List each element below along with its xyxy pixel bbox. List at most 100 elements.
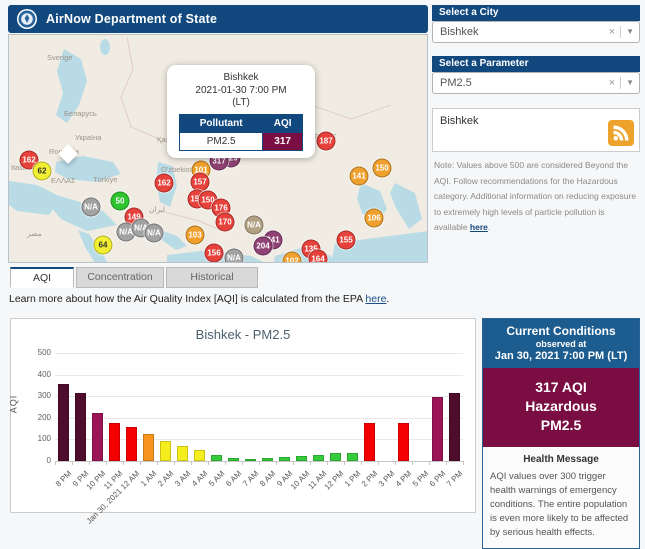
chart-bar[interactable] — [75, 393, 86, 461]
chart-bar[interactable] — [194, 450, 205, 461]
chart-bar[interactable] — [58, 384, 69, 461]
aqi-marker[interactable]: 50 — [110, 191, 130, 211]
chart-bar[interactable] — [143, 434, 154, 461]
x-axis-label: 4 PM — [393, 469, 413, 489]
popup-aqi-value: 317 — [262, 131, 303, 151]
tab-historical[interactable]: Historical — [166, 267, 258, 288]
rss-feed-icon[interactable] — [608, 120, 634, 146]
y-axis-tick-label: 0 — [46, 456, 51, 465]
aqi-marker[interactable]: 157 — [190, 172, 210, 192]
tab-concentration[interactable]: Concentration — [76, 267, 164, 288]
chart-bar[interactable] — [449, 393, 460, 461]
aqi-marker[interactable]: 62 — [32, 161, 52, 181]
parameter-select[interactable]: PM2.5 × ▼ — [432, 72, 640, 94]
chart-bar[interactable] — [126, 427, 137, 461]
x-axis-tick — [293, 461, 294, 465]
popup-col-pollutant: Pollutant — [178, 113, 264, 133]
note-here-link[interactable]: here — [470, 222, 488, 232]
x-axis-tick — [327, 461, 328, 465]
current-conditions-header: Current Conditions observed at Jan 30, 2… — [483, 319, 639, 368]
chart-title: Bishkek - PM2.5 — [195, 327, 291, 342]
aqi-marker[interactable]: 162 — [154, 173, 174, 193]
aqi-marker[interactable]: 170 — [215, 212, 235, 232]
chart-bar[interactable] — [398, 423, 409, 461]
map-place-label: ايران — [149, 205, 165, 214]
chart-bar[interactable] — [245, 459, 256, 461]
chart-bar[interactable] — [92, 413, 103, 461]
aqi-marker[interactable]: 155 — [336, 230, 356, 250]
map-place-label: Україна — [75, 133, 102, 142]
chart-tabs: AQI Concentration Historical — [10, 267, 260, 288]
chart-bar[interactable] — [364, 423, 375, 461]
tab-aqi[interactable]: AQI — [10, 267, 74, 288]
chart-bar[interactable] — [279, 457, 290, 461]
chart-bar[interactable] — [262, 458, 273, 461]
x-axis-label: 6 AM — [223, 469, 243, 489]
y-axis-tick-label: 500 — [37, 348, 51, 357]
x-axis-label: 8 PM — [53, 469, 73, 489]
chart-bar[interactable] — [296, 456, 307, 461]
x-axis-tick — [310, 461, 311, 465]
x-axis-tick — [208, 461, 209, 465]
x-axis-tick — [463, 461, 464, 465]
x-axis-label: 5 AM — [206, 469, 226, 489]
aqi-marker[interactable]: 150 — [372, 158, 392, 178]
x-axis-tick — [344, 461, 345, 465]
learn-more-text: Learn more about how the Air Quality Ind… — [9, 293, 366, 305]
x-axis-tick — [259, 461, 260, 465]
map-place-label: مصر — [27, 229, 42, 238]
city-select[interactable]: Bishkek × ▼ — [432, 21, 640, 43]
x-axis-tick — [446, 461, 447, 465]
aqi-marker[interactable]: 156 — [204, 243, 224, 262]
x-axis-label: 1 AM — [138, 469, 158, 489]
learn-more-here-link[interactable]: here — [365, 293, 386, 305]
chart-bar[interactable] — [109, 423, 120, 461]
y-axis-tick-label: 300 — [37, 391, 51, 401]
clear-parameter-icon[interactable]: × — [609, 73, 615, 93]
rss-city-label: Bishkek — [440, 115, 479, 127]
aqi-marker[interactable]: 164 — [308, 249, 328, 262]
gridline — [55, 353, 463, 354]
clear-city-icon[interactable]: × — [609, 22, 615, 42]
aqi-marker[interactable]: 106 — [364, 208, 384, 228]
x-axis-tick — [89, 461, 90, 465]
x-axis-tick — [55, 461, 56, 465]
select-divider — [620, 77, 622, 89]
x-axis-label: 4 AM — [189, 469, 209, 489]
chart-bar[interactable] — [432, 397, 443, 461]
aqi-marker[interactable]: 187 — [316, 131, 336, 151]
chart-bar[interactable] — [211, 455, 222, 461]
aqi-marker[interactable]: N/A — [244, 215, 264, 235]
aqi-marker[interactable]: 103 — [185, 225, 205, 245]
x-axis-tick — [174, 461, 175, 465]
x-axis-label: 6 PM — [427, 469, 447, 489]
x-axis-label: 7 PM — [444, 469, 464, 489]
x-axis-tick — [191, 461, 192, 465]
aqi-marker[interactable]: N/A — [144, 223, 164, 243]
chart-bar[interactable] — [330, 453, 341, 461]
chart-bar[interactable] — [313, 455, 324, 461]
chevron-down-icon[interactable]: ▼ — [626, 73, 634, 93]
chart-bar[interactable] — [347, 453, 358, 461]
aqi-marker[interactable]: N/A — [81, 197, 101, 217]
chart-bar[interactable] — [228, 458, 239, 461]
observed-at-label: observed at — [535, 339, 587, 349]
popup-timezone: (LT) — [232, 97, 250, 108]
x-axis-tick — [123, 461, 124, 465]
learn-more-line: Learn more about how the Air Quality Ind… — [9, 293, 389, 305]
chevron-down-icon[interactable]: ▼ — [626, 22, 634, 42]
popup-datetime: 2021-01-30 7:00 PM — [195, 84, 287, 96]
chart-bar[interactable] — [177, 446, 188, 461]
note-period: . — [487, 222, 491, 232]
aqi-marker[interactable]: 141 — [349, 166, 369, 186]
aqi-marker[interactable]: 102 — [282, 251, 302, 262]
aqi-map[interactable]: SverigeБеларусьУкраїнаRomâniaItaliaΕΛΛΑΣ… — [8, 34, 428, 263]
chart-bar[interactable] — [160, 441, 171, 461]
x-axis-label: 8 AM — [257, 469, 277, 489]
popup-table: Pollutant AQI PM2.5 317 — [178, 113, 303, 151]
x-axis-tick — [429, 461, 430, 465]
aqi-bar-chart: Bishkek - PM2.5 AQI 0 100 200 300 400 500 8 PM… — [8, 318, 476, 526]
aqi-marker[interactable]: 64 — [93, 235, 113, 255]
aqi-marker[interactable]: 204 — [253, 236, 273, 256]
aqi-marker[interactable]: N/A — [224, 248, 244, 262]
